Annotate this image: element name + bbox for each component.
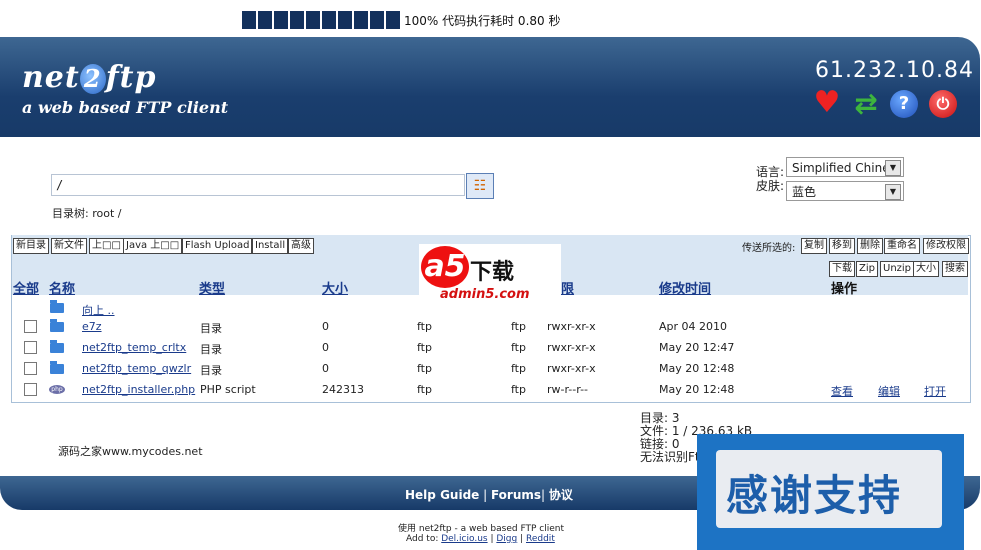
- zip-button[interactable]: Zip: [856, 261, 878, 277]
- folder-icon: [50, 319, 64, 332]
- open-link[interactable]: 打开: [924, 383, 946, 399]
- source-credit: 源码之家www.mycodes.net: [58, 445, 203, 458]
- file-permissions: rw-r--r--: [547, 383, 589, 396]
- view-link[interactable]: 查看: [831, 383, 853, 399]
- go-up-link[interactable]: 向上 ..: [82, 302, 115, 318]
- install-button[interactable]: Install: [252, 238, 289, 254]
- logo-tagline: a web based FTP client: [22, 98, 229, 117]
- file-type: PHP script: [200, 383, 256, 396]
- help-icon[interactable]: ?: [890, 90, 918, 118]
- file-size: 0: [322, 341, 329, 354]
- select-all-link[interactable]: 全部: [13, 278, 39, 297]
- file-name-link[interactable]: net2ftp_temp_crltx: [82, 341, 186, 354]
- forums-link[interactable]: Forums: [491, 488, 541, 502]
- file-group: ftp: [511, 320, 526, 333]
- row-checkbox[interactable]: [24, 362, 37, 375]
- server-ip: 61.232.10.84: [815, 58, 974, 83]
- logout-icon[interactable]: ⏻: [929, 90, 957, 118]
- folder-up-icon: [50, 300, 64, 313]
- directory-tree-button[interactable]: ☷: [466, 173, 494, 199]
- folder-icon: [50, 340, 64, 353]
- logo: net 2 ftp: [22, 60, 157, 95]
- edit-link[interactable]: 编辑: [878, 383, 900, 399]
- file-name-link[interactable]: e7z: [82, 320, 102, 333]
- refresh-icon[interactable]: ⇄: [852, 90, 880, 118]
- file-mtime: Apr 04 2010: [659, 320, 728, 333]
- file-name-link[interactable]: net2ftp_temp_qwzlr: [82, 362, 191, 375]
- a5-logo-mark: a5: [421, 246, 469, 288]
- size-button[interactable]: 大小: [913, 261, 939, 277]
- file-type: 目录: [200, 343, 222, 356]
- reddit-link[interactable]: Reddit: [526, 534, 555, 544]
- upload-button[interactable]: 上□□: [89, 238, 124, 254]
- sort-type-link[interactable]: 类型: [199, 278, 225, 297]
- directory-path-input[interactable]: /: [51, 174, 465, 196]
- add-to-links: Add to: Del.icio.us | Digg | Reddit: [406, 534, 555, 544]
- file-permissions: rwxr-xr-x: [547, 341, 596, 354]
- file-group: ftp: [511, 383, 526, 396]
- chmod-button[interactable]: 修改权限: [923, 238, 969, 254]
- unzip-button[interactable]: Unzip: [880, 261, 915, 277]
- chevron-down-icon: ▼: [885, 160, 901, 176]
- file-size: 242313: [322, 383, 364, 396]
- file-name-link[interactable]: net2ftp_installer.php: [82, 383, 195, 396]
- license-link[interactable]: 协议: [549, 488, 573, 502]
- row-checkbox[interactable]: [24, 320, 37, 333]
- php-file-icon: php: [49, 385, 65, 394]
- download-button[interactable]: 下载: [829, 261, 855, 277]
- help-guide-link[interactable]: Help Guide: [405, 488, 479, 502]
- file-owner: ftp: [417, 341, 432, 354]
- file-permissions: rwxr-xr-x: [547, 320, 596, 333]
- file-type: 目录: [200, 322, 222, 335]
- new-file-button[interactable]: 新文件: [51, 238, 87, 254]
- sort-size-link[interactable]: 大小: [322, 278, 348, 297]
- flash-upload-button[interactable]: Flash Upload: [182, 238, 253, 254]
- tree-icon: ☷: [473, 178, 487, 194]
- file-owner: ftp: [417, 362, 432, 375]
- search-button[interactable]: 搜索: [942, 261, 968, 277]
- sort-mtime-link[interactable]: 修改时间: [659, 278, 711, 297]
- actions-header: 操作: [831, 282, 858, 297]
- copy-button[interactable]: 复制: [801, 238, 827, 254]
- file-permissions: rwxr-xr-x: [547, 362, 596, 375]
- delete-button[interactable]: 删除: [857, 238, 883, 254]
- move-button[interactable]: 移到: [829, 238, 855, 254]
- thanks-text: 感谢支持: [726, 471, 903, 520]
- selected-actions-label: 传送所选的:: [742, 243, 796, 254]
- language-select[interactable]: Simplified Chine: ▼: [786, 157, 904, 177]
- file-group: ftp: [511, 341, 526, 354]
- heart-icon[interactable]: ♥: [813, 88, 841, 118]
- folder-icon: [50, 361, 64, 374]
- advanced-button[interactable]: 高级: [288, 238, 314, 254]
- footer-links: Help Guide | Forums| 协议: [405, 488, 573, 502]
- file-size: 0: [322, 320, 329, 333]
- powered-by: 使用 net2ftp - a web based FTP client: [398, 524, 564, 534]
- file-group: ftp: [511, 362, 526, 375]
- progress-bar: 100% 代码执行耗时 0.80 秒: [242, 10, 560, 30]
- digg-link[interactable]: Digg: [496, 534, 517, 544]
- java-upload-button[interactable]: Java 上□□: [123, 238, 183, 254]
- file-size: 0: [322, 362, 329, 375]
- rename-button[interactable]: 重命名: [884, 238, 920, 254]
- file-owner: ftp: [417, 383, 432, 396]
- row-checkbox[interactable]: [24, 341, 37, 354]
- a5-logo-text: 下载: [470, 260, 515, 285]
- file-mtime: May 20 12:47: [659, 341, 735, 354]
- file-type: 目录: [200, 364, 222, 377]
- file-owner: ftp: [417, 320, 432, 333]
- progress-text: 100% 代码执行耗时 0.80 秒: [404, 13, 561, 28]
- directory-tree-breadcrumb: 目录树: root /: [52, 207, 122, 220]
- file-mtime: May 20 12:48: [659, 383, 735, 396]
- file-mtime: May 20 12:48: [659, 362, 735, 375]
- delicious-link[interactable]: Del.icio.us: [441, 534, 487, 544]
- a5-logo-domain: admin5.com: [440, 287, 530, 302]
- chevron-down-icon: ▼: [885, 184, 901, 200]
- row-checkbox[interactable]: [24, 383, 37, 396]
- skin-select[interactable]: 蓝色 ▼: [786, 181, 904, 201]
- sort-permissions-link[interactable]: 限: [561, 278, 574, 297]
- new-directory-button[interactable]: 新目录: [13, 238, 49, 254]
- skin-label: 皮肤:: [756, 179, 785, 193]
- sort-name-link[interactable]: 名称: [49, 278, 75, 297]
